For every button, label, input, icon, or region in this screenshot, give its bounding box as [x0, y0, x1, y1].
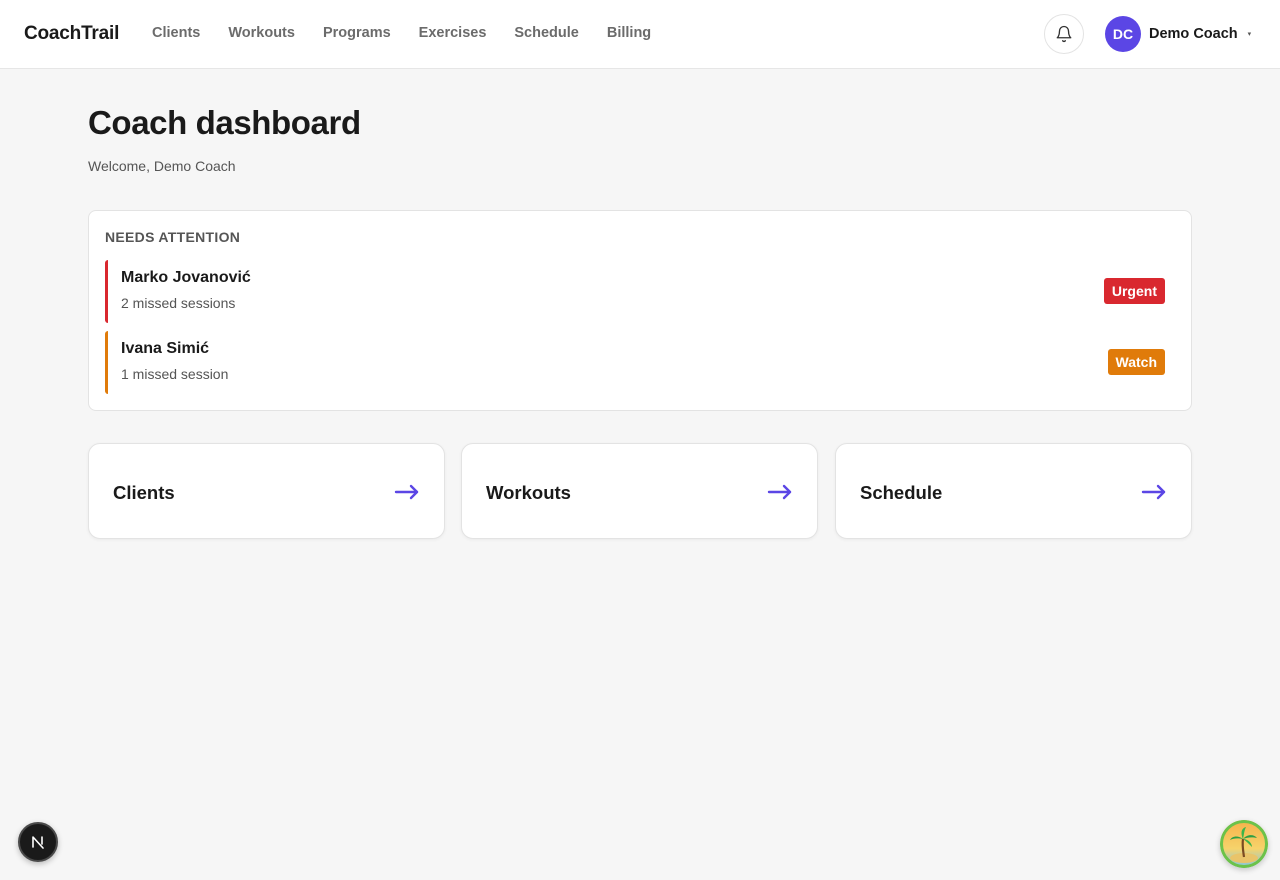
arrow-right-icon	[394, 484, 419, 500]
client-name: Marko Jovanović	[121, 269, 251, 286]
notifications-button[interactable]	[1044, 14, 1084, 54]
nav-programs[interactable]: Programs	[323, 25, 391, 41]
welcome-text: Welcome, Demo Coach	[88, 158, 236, 174]
user-menu[interactable]: DC Demo Coach ▾	[1105, 16, 1251, 52]
user-name: Demo Coach	[1149, 26, 1238, 42]
attention-item[interactable]: Marko Jovanović 2 missed sessions Urgent	[105, 260, 1177, 323]
quick-link-label: Clients	[113, 482, 175, 503]
missed-sessions-text: 1 missed session	[121, 366, 229, 382]
client-name: Ivana Simić	[121, 340, 210, 357]
nav-schedule[interactable]: Schedule	[514, 25, 578, 41]
nav-exercises[interactable]: Exercises	[419, 25, 487, 41]
avatar: DC	[1105, 16, 1141, 52]
top-navbar: CoachTrail Clients Workouts Programs Exe…	[0, 0, 1280, 69]
nav-clients[interactable]: Clients	[152, 25, 200, 41]
assistant-badge[interactable]	[1220, 820, 1268, 868]
arrow-right-icon	[767, 484, 792, 500]
palm-tree-icon	[1220, 820, 1268, 868]
quick-link-clients[interactable]: Clients	[88, 443, 445, 539]
nextjs-logo-icon	[32, 836, 44, 849]
nav-workouts[interactable]: Workouts	[228, 25, 295, 41]
attention-item[interactable]: Ivana Simić 1 missed session Watch	[105, 331, 1177, 394]
status-badge: Watch	[1107, 349, 1165, 375]
main-nav: Clients Workouts Programs Exercises Sche…	[152, 25, 679, 41]
quick-link-schedule[interactable]: Schedule	[835, 443, 1192, 539]
brand-logo[interactable]: CoachTrail	[24, 23, 119, 45]
nav-billing[interactable]: Billing	[607, 25, 651, 41]
quick-link-workouts[interactable]: Workouts	[461, 443, 818, 539]
quick-link-label: Workouts	[486, 482, 571, 503]
dev-tools-button[interactable]	[18, 822, 58, 862]
bell-icon	[1056, 25, 1072, 43]
page-title: Coach dashboard	[88, 104, 361, 141]
arrow-right-icon	[1141, 484, 1166, 500]
chevron-down-icon: ▾	[1247, 31, 1252, 38]
needs-attention-title: NEEDS ATTENTION	[105, 229, 241, 245]
needs-attention-card: NEEDS ATTENTION Marko Jovanović 2 missed…	[88, 210, 1192, 411]
quick-link-label: Schedule	[860, 482, 943, 503]
missed-sessions-text: 2 missed sessions	[121, 295, 236, 311]
status-badge: Urgent	[1103, 278, 1165, 304]
